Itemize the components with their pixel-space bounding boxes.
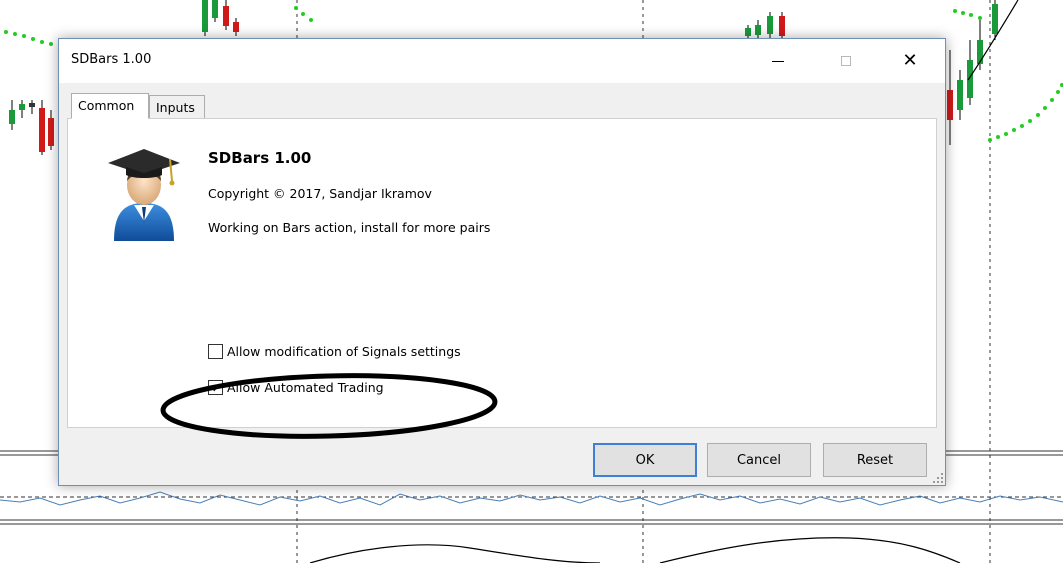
allow-signals-modification-label[interactable]: Allow modification of Signals settings [227, 344, 461, 359]
minimize-button[interactable] [755, 39, 801, 83]
checkmark-icon [210, 383, 221, 392]
maximize-icon [841, 56, 851, 66]
allow-automated-trading-label[interactable]: Allow Automated Trading [227, 380, 384, 395]
screen: SDBars 1.00 ✕ Common Inputs SDBars 1.00 … [0, 0, 1063, 563]
graduate-avatar-icon [108, 149, 180, 241]
dialog-title: SDBars 1.00 [71, 52, 152, 67]
close-button[interactable]: ✕ [887, 39, 933, 83]
cancel-button[interactable]: Cancel [707, 443, 811, 477]
maximize-button [823, 39, 869, 83]
allow-signals-modification-option[interactable]: Allow modification of Signals settings [208, 344, 461, 359]
close-icon: ✕ [902, 50, 918, 71]
program-description: Working on Bars action, install for more… [208, 220, 491, 235]
reset-button[interactable]: Reset [823, 443, 927, 477]
tab-common[interactable]: Common [71, 93, 149, 119]
allow-automated-trading-checkbox[interactable] [208, 380, 223, 395]
dialog-titlebar[interactable]: SDBars 1.00 ✕ [59, 39, 945, 83]
common-tab-panel: SDBars 1.00 Copyright © 2017, Sandjar Ik… [67, 118, 937, 428]
program-name: SDBars 1.00 [208, 149, 312, 167]
expert-properties-dialog: SDBars 1.00 ✕ Common Inputs SDBars 1.00 … [58, 38, 946, 486]
allow-signals-modification-checkbox[interactable] [208, 344, 223, 359]
tab-inputs[interactable]: Inputs [149, 95, 205, 119]
program-copyright: Copyright © 2017, Sandjar Ikramov [208, 186, 432, 201]
resize-grip-icon[interactable] [933, 473, 943, 483]
allow-automated-trading-option[interactable]: Allow Automated Trading [208, 380, 384, 395]
minimize-icon [772, 60, 784, 62]
ok-button[interactable]: OK [593, 443, 697, 477]
